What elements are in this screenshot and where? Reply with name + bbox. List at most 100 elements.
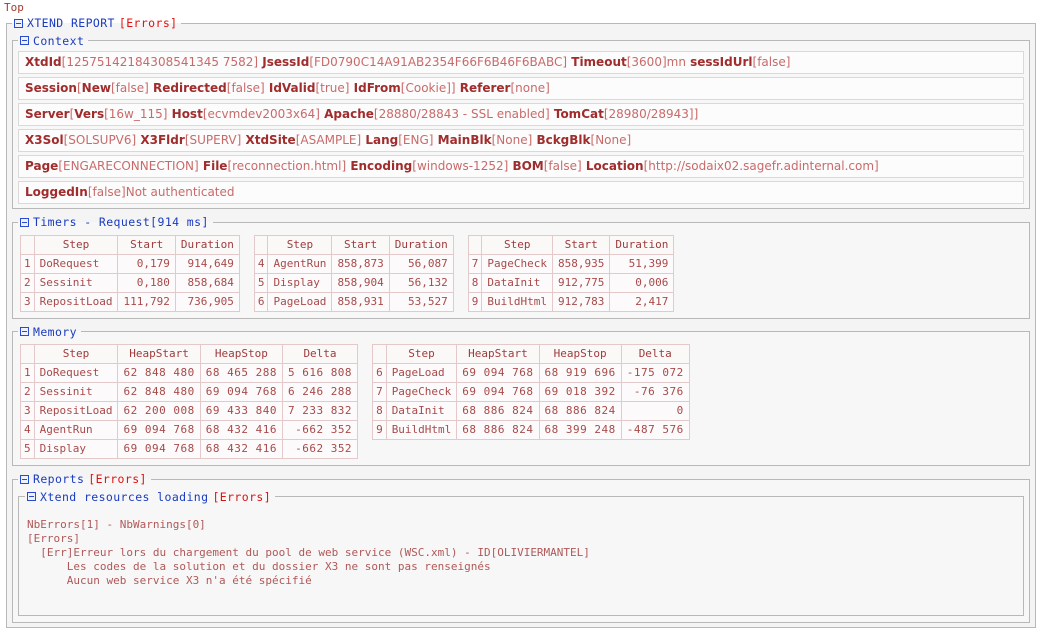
table-cell: Display — [34, 440, 118, 459]
table-row: 2Sessinit62 848 48069 094 7686 246 288 — [21, 383, 358, 402]
column-header — [373, 345, 387, 364]
collapse-minus-icon[interactable] — [27, 492, 36, 501]
table-cell: 0,006 — [610, 273, 674, 292]
context-key: Redirected — [149, 81, 227, 95]
table-cell: 2,417 — [610, 292, 674, 311]
context-key: LoggedIn — [25, 185, 88, 199]
column-header — [468, 235, 482, 254]
timers-tables: StepStartDuration1DoRequest0,179914,6492… — [18, 233, 1024, 314]
context-row: LoggedIn[false]Not authenticated — [18, 181, 1024, 204]
collapse-minus-icon[interactable] — [20, 36, 29, 45]
table-row: 9BuildHtml912,7832,417 — [468, 292, 674, 311]
context-value: [true] — [315, 81, 349, 95]
memory-title: Memory — [33, 325, 77, 339]
context-value: [16w_115] — [104, 107, 167, 121]
context-value: [false]Not authenticated — [88, 185, 235, 199]
table-cell: Sessinit — [34, 383, 118, 402]
context-key: Apache — [320, 107, 374, 121]
table-row: 3RepositLoad62 200 00869 433 8407 233 83… — [21, 402, 358, 421]
table-cell: -662 352 — [282, 440, 357, 459]
collapse-minus-icon[interactable] — [20, 218, 29, 227]
table-row: 1DoRequest62 848 48068 465 2885 616 808 — [21, 364, 358, 383]
context-value: [ecvmdev2003x64] — [203, 107, 320, 121]
column-header: Duration — [389, 235, 453, 254]
table-cell: 68 886 824 — [539, 402, 621, 421]
collapse-minus-icon[interactable] — [20, 475, 29, 484]
context-key: IdFrom — [349, 81, 400, 95]
memory-table: StepHeapStartHeapStopDelta1DoRequest62 8… — [20, 344, 358, 459]
table-row: 1DoRequest0,179914,649 — [21, 254, 240, 273]
table-cell: 53,527 — [389, 292, 453, 311]
table-cell: DoRequest — [34, 254, 118, 273]
context-value: [false] — [227, 81, 265, 95]
table-cell: 0 — [621, 402, 689, 421]
memory-tables: StepHeapStartHeapStopDelta1DoRequest62 8… — [18, 342, 1024, 461]
context-value: [http://sodaix02.sagefr.adinternal.com] — [644, 159, 879, 173]
context-key: TomCat — [550, 107, 604, 121]
xtend-report-panel: XTEND REPORT [Errors] Context XtdId[1257… — [6, 16, 1036, 628]
table-cell: 8 — [373, 402, 387, 421]
context-row: Page[ENGARECONNECTION] File[reconnection… — [18, 155, 1024, 178]
reports-panel: Reports [Errors] Xtend resources loading… — [12, 472, 1030, 623]
table-cell: 6 — [254, 292, 268, 311]
context-key: Session — [25, 81, 77, 95]
column-header: Start — [118, 235, 175, 254]
table-row: 4AgentRun858,87356,087 — [254, 254, 453, 273]
table-header-row: StepStartDuration — [21, 235, 240, 254]
table-row: 6PageLoad858,93153,527 — [254, 292, 453, 311]
reports-status: [Errors] — [88, 472, 147, 486]
memory-panel: Memory StepHeapStartHeapStopDelta1DoRequ… — [12, 325, 1030, 467]
context-key: sessIdUrl — [686, 55, 753, 69]
table-header-row: StepStartDuration — [254, 235, 453, 254]
column-header — [21, 345, 35, 364]
table-cell: 56,132 — [389, 273, 453, 292]
timers-title: Timers - Request[914 ms] — [33, 215, 209, 229]
table-cell: 7 233 832 — [282, 402, 357, 421]
context-value: [28980/28943]] — [604, 107, 698, 121]
xtend-report-legend: XTEND REPORT [Errors] — [12, 16, 181, 31]
table-cell: 4 — [21, 421, 35, 440]
collapse-minus-icon[interactable] — [20, 327, 29, 336]
table-cell: 3 — [21, 292, 35, 311]
collapse-minus-icon[interactable] — [14, 19, 23, 28]
column-header: Step — [268, 235, 332, 254]
table-cell: 858,684 — [175, 273, 239, 292]
table-cell: 736,905 — [175, 292, 239, 311]
table-cell: 3 — [21, 402, 35, 421]
table-cell: PageCheck — [386, 383, 457, 402]
context-row: Server[Vers[16w_115] Host[ecvmdev2003x64… — [18, 103, 1024, 126]
table-cell: 62 200 008 — [118, 402, 200, 421]
xtend-resources-legend: Xtend resources loading [Errors] — [25, 490, 275, 505]
table-cell: 68 919 696 — [539, 364, 621, 383]
context-value: [3600]mn — [627, 55, 686, 69]
table-cell: 5 — [254, 273, 268, 292]
table-cell: 858,931 — [332, 292, 389, 311]
table-cell: 69 094 768 — [118, 421, 200, 440]
column-header — [21, 235, 35, 254]
context-key: XtdId — [25, 55, 62, 69]
table-row: 8DataInit912,7750,006 — [468, 273, 674, 292]
timers-table: StepStartDuration7PageCheck858,93551,399… — [468, 235, 675, 312]
context-key: BOM — [508, 159, 543, 173]
table-cell: DataInit — [482, 273, 553, 292]
context-key: Referer — [456, 81, 511, 95]
context-key: MainBlk — [433, 133, 491, 147]
context-key: Host — [167, 107, 202, 121]
table-cell: 8 — [468, 273, 482, 292]
column-header: Step — [34, 345, 118, 364]
memory-table: StepHeapStartHeapStopDelta6PageLoad69 09… — [372, 344, 690, 440]
column-header: Step — [482, 235, 553, 254]
table-row: 2Sessinit0,180858,684 — [21, 273, 240, 292]
table-cell: BuildHtml — [482, 292, 553, 311]
column-header: Duration — [610, 235, 674, 254]
table-cell: RepositLoad — [34, 292, 118, 311]
table-cell: 62 848 480 — [118, 383, 200, 402]
xtend-report-title: XTEND REPORT — [27, 16, 115, 30]
table-row: 5Display858,90456,132 — [254, 273, 453, 292]
table-cell: -175 072 — [621, 364, 689, 383]
table-cell: 111,792 — [118, 292, 175, 311]
table-cell: 0,180 — [118, 273, 175, 292]
xtend-resources-status: [Errors] — [212, 490, 271, 504]
table-cell: AgentRun — [268, 254, 332, 273]
xtend-report-status: [Errors] — [119, 16, 178, 30]
